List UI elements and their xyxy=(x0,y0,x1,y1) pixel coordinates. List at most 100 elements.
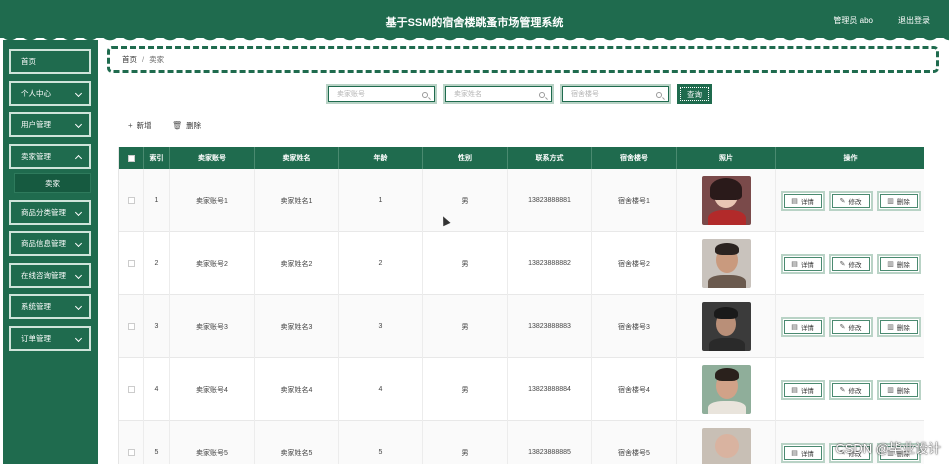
delete-button[interactable]: ▥ 删除 xyxy=(876,379,921,400)
document-icon: ▤ xyxy=(791,197,798,205)
select-all-checkbox-cell[interactable] xyxy=(119,147,144,169)
seller-name-search-input[interactable]: 卖家姓名 xyxy=(443,84,554,104)
cell-photo xyxy=(677,358,776,421)
row-checkbox-cell xyxy=(119,295,144,358)
detail-button[interactable]: ▤ 详情 xyxy=(780,190,825,211)
trash-icon: 🗑 xyxy=(172,121,183,130)
cell-gender: 男 xyxy=(423,421,508,464)
row-checkbox[interactable] xyxy=(127,260,135,267)
cell-name: 卖家姓名2 xyxy=(255,232,339,295)
sidebar-subitem-seller[interactable]: 卖家 xyxy=(14,173,91,193)
cell-gender: 男 xyxy=(423,232,508,295)
cell-phone: 13823888885 xyxy=(508,421,592,464)
cell-dorm: 宿舍楼号5 xyxy=(592,421,677,464)
chevron-down-icon xyxy=(74,334,83,343)
sidebar-item-label: 订单管理 xyxy=(21,334,51,343)
sidebar-item-orders[interactable]: 订单管理 xyxy=(9,326,91,351)
detail-button[interactable]: ▤ 详情 xyxy=(780,379,825,400)
sidebar-item-consult[interactable]: 在线咨询管理 xyxy=(9,263,91,288)
batch-delete-button[interactable]: 🗑 删除 xyxy=(172,120,201,131)
seller-photo[interactable] xyxy=(701,365,751,414)
cell-dorm: 宿舍楼号3 xyxy=(592,295,677,358)
table-row: 5 卖家账号5 卖家姓名5 5 男 13823888885 宿舍楼号5 ▤ 详情 … xyxy=(119,421,924,464)
row-checkbox[interactable] xyxy=(127,323,135,330)
seller-photo[interactable] xyxy=(701,428,751,464)
query-button[interactable]: 查询 xyxy=(677,84,712,104)
trash-icon: ▥ xyxy=(887,260,894,268)
app-header: 基于SSM的宿舍楼跳蚤市场管理系统 管理员 abo 退出登录 xyxy=(0,0,949,44)
cell-age: 3 xyxy=(339,295,423,358)
select-all-checkbox[interactable] xyxy=(127,154,135,162)
table-row: 3 卖家账号3 卖家姓名3 3 男 13823888883 宿舍楼号3 ▤ 详情 … xyxy=(119,295,924,358)
cell-name: 卖家姓名5 xyxy=(255,421,339,464)
cell-photo xyxy=(677,295,776,358)
sidebar-item-label: 个人中心 xyxy=(21,89,51,98)
cell-gender: 男 xyxy=(423,295,508,358)
delete-button[interactable]: ▥ 删除 xyxy=(876,316,921,337)
cell-phone: 13823888883 xyxy=(508,295,592,358)
row-checkbox[interactable] xyxy=(127,449,135,456)
edit-button[interactable]: ✎ 修改 xyxy=(828,253,873,274)
current-user-label: 管理员 abo xyxy=(833,16,873,25)
row-checkbox-cell xyxy=(119,232,144,295)
column-header: 索引 xyxy=(144,147,170,169)
chevron-down-icon xyxy=(74,208,83,217)
document-icon: ▤ xyxy=(791,323,798,331)
search-icon xyxy=(422,92,428,98)
sidebar-item-users[interactable]: 用户管理 xyxy=(9,112,91,137)
watermark: CSDN @毕业设计 xyxy=(835,441,941,456)
column-header: 性别 xyxy=(423,147,508,169)
add-button[interactable]: + 新增 xyxy=(128,120,152,131)
app-title: 基于SSM的宿舍楼跳蚤市场管理系统 xyxy=(385,17,564,29)
seller-photo[interactable] xyxy=(701,176,751,225)
cell-phone: 13823888881 xyxy=(508,169,592,232)
sidebar-item-profile[interactable]: 个人中心 xyxy=(9,81,91,106)
sidebar-item-categories[interactable]: 商品分类管理 xyxy=(9,200,91,225)
row-checkbox[interactable] xyxy=(127,386,135,393)
column-header: 联系方式 xyxy=(508,147,592,169)
sidebar-item-label: 在线咨询管理 xyxy=(21,271,66,280)
logout-link[interactable]: 退出登录 xyxy=(898,15,930,26)
edit-button[interactable]: ✎ 修改 xyxy=(828,379,873,400)
trash-icon: ▥ xyxy=(887,323,894,331)
cell-name: 卖家姓名1 xyxy=(255,169,339,232)
cell-photo xyxy=(677,232,776,295)
breadcrumb-home[interactable]: 首页 xyxy=(122,54,137,65)
delete-button[interactable]: ▥ 删除 xyxy=(876,253,921,274)
edit-button[interactable]: ✎ 修改 xyxy=(828,316,873,337)
detail-button[interactable]: ▤ 详情 xyxy=(780,442,825,463)
row-checkbox-cell xyxy=(119,358,144,421)
sidebar-item-products[interactable]: 商品信息管理 xyxy=(9,231,91,256)
cell-dorm: 宿舍楼号1 xyxy=(592,169,677,232)
detail-button[interactable]: ▤ 详情 xyxy=(780,316,825,337)
cell-age: 1 xyxy=(339,169,423,232)
table-row: 4 卖家账号4 卖家姓名4 4 男 13823888884 宿舍楼号4 ▤ 详情 … xyxy=(119,358,924,421)
cell-actions: ▤ 详情 ✎ 修改 ▥ 删除 xyxy=(776,232,924,295)
trash-icon: ▥ xyxy=(887,386,894,394)
cell-name: 卖家姓名3 xyxy=(255,295,339,358)
row-checkbox[interactable] xyxy=(127,197,135,204)
search-placeholder: 卖家姓名 xyxy=(454,91,482,98)
cell-index: 1 xyxy=(144,169,170,232)
sidebar-item-home[interactable]: 首页 xyxy=(9,49,91,74)
cell-gender: 男 xyxy=(423,358,508,421)
cell-age: 2 xyxy=(339,232,423,295)
dorm-number-search-input[interactable]: 宿舍楼号 xyxy=(560,84,671,104)
seller-account-search-input[interactable]: 卖家账号 xyxy=(326,84,437,104)
detail-button[interactable]: ▤ 详情 xyxy=(780,253,825,274)
pencil-icon: ✎ xyxy=(839,323,846,331)
edit-button[interactable]: ✎ 修改 xyxy=(828,190,873,211)
pencil-icon: ✎ xyxy=(839,260,846,268)
sidebar-item-label: 卖家管理 xyxy=(21,152,51,161)
seller-photo[interactable] xyxy=(701,239,751,288)
delete-button[interactable]: ▥ 删除 xyxy=(876,190,921,211)
seller-photo[interactable] xyxy=(701,302,751,351)
document-icon: ▤ xyxy=(791,386,798,394)
sidebar-item-system[interactable]: 系统管理 xyxy=(9,294,91,319)
cell-age: 4 xyxy=(339,358,423,421)
document-icon: ▤ xyxy=(791,260,798,268)
cell-actions: ▤ 详情 ✎ 修改 ▥ 删除 xyxy=(776,169,924,232)
pencil-icon: ✎ xyxy=(839,197,846,205)
sidebar-item-sellers[interactable]: 卖家管理 xyxy=(9,144,91,169)
breadcrumb: 首页 / 卖家 xyxy=(107,46,939,73)
